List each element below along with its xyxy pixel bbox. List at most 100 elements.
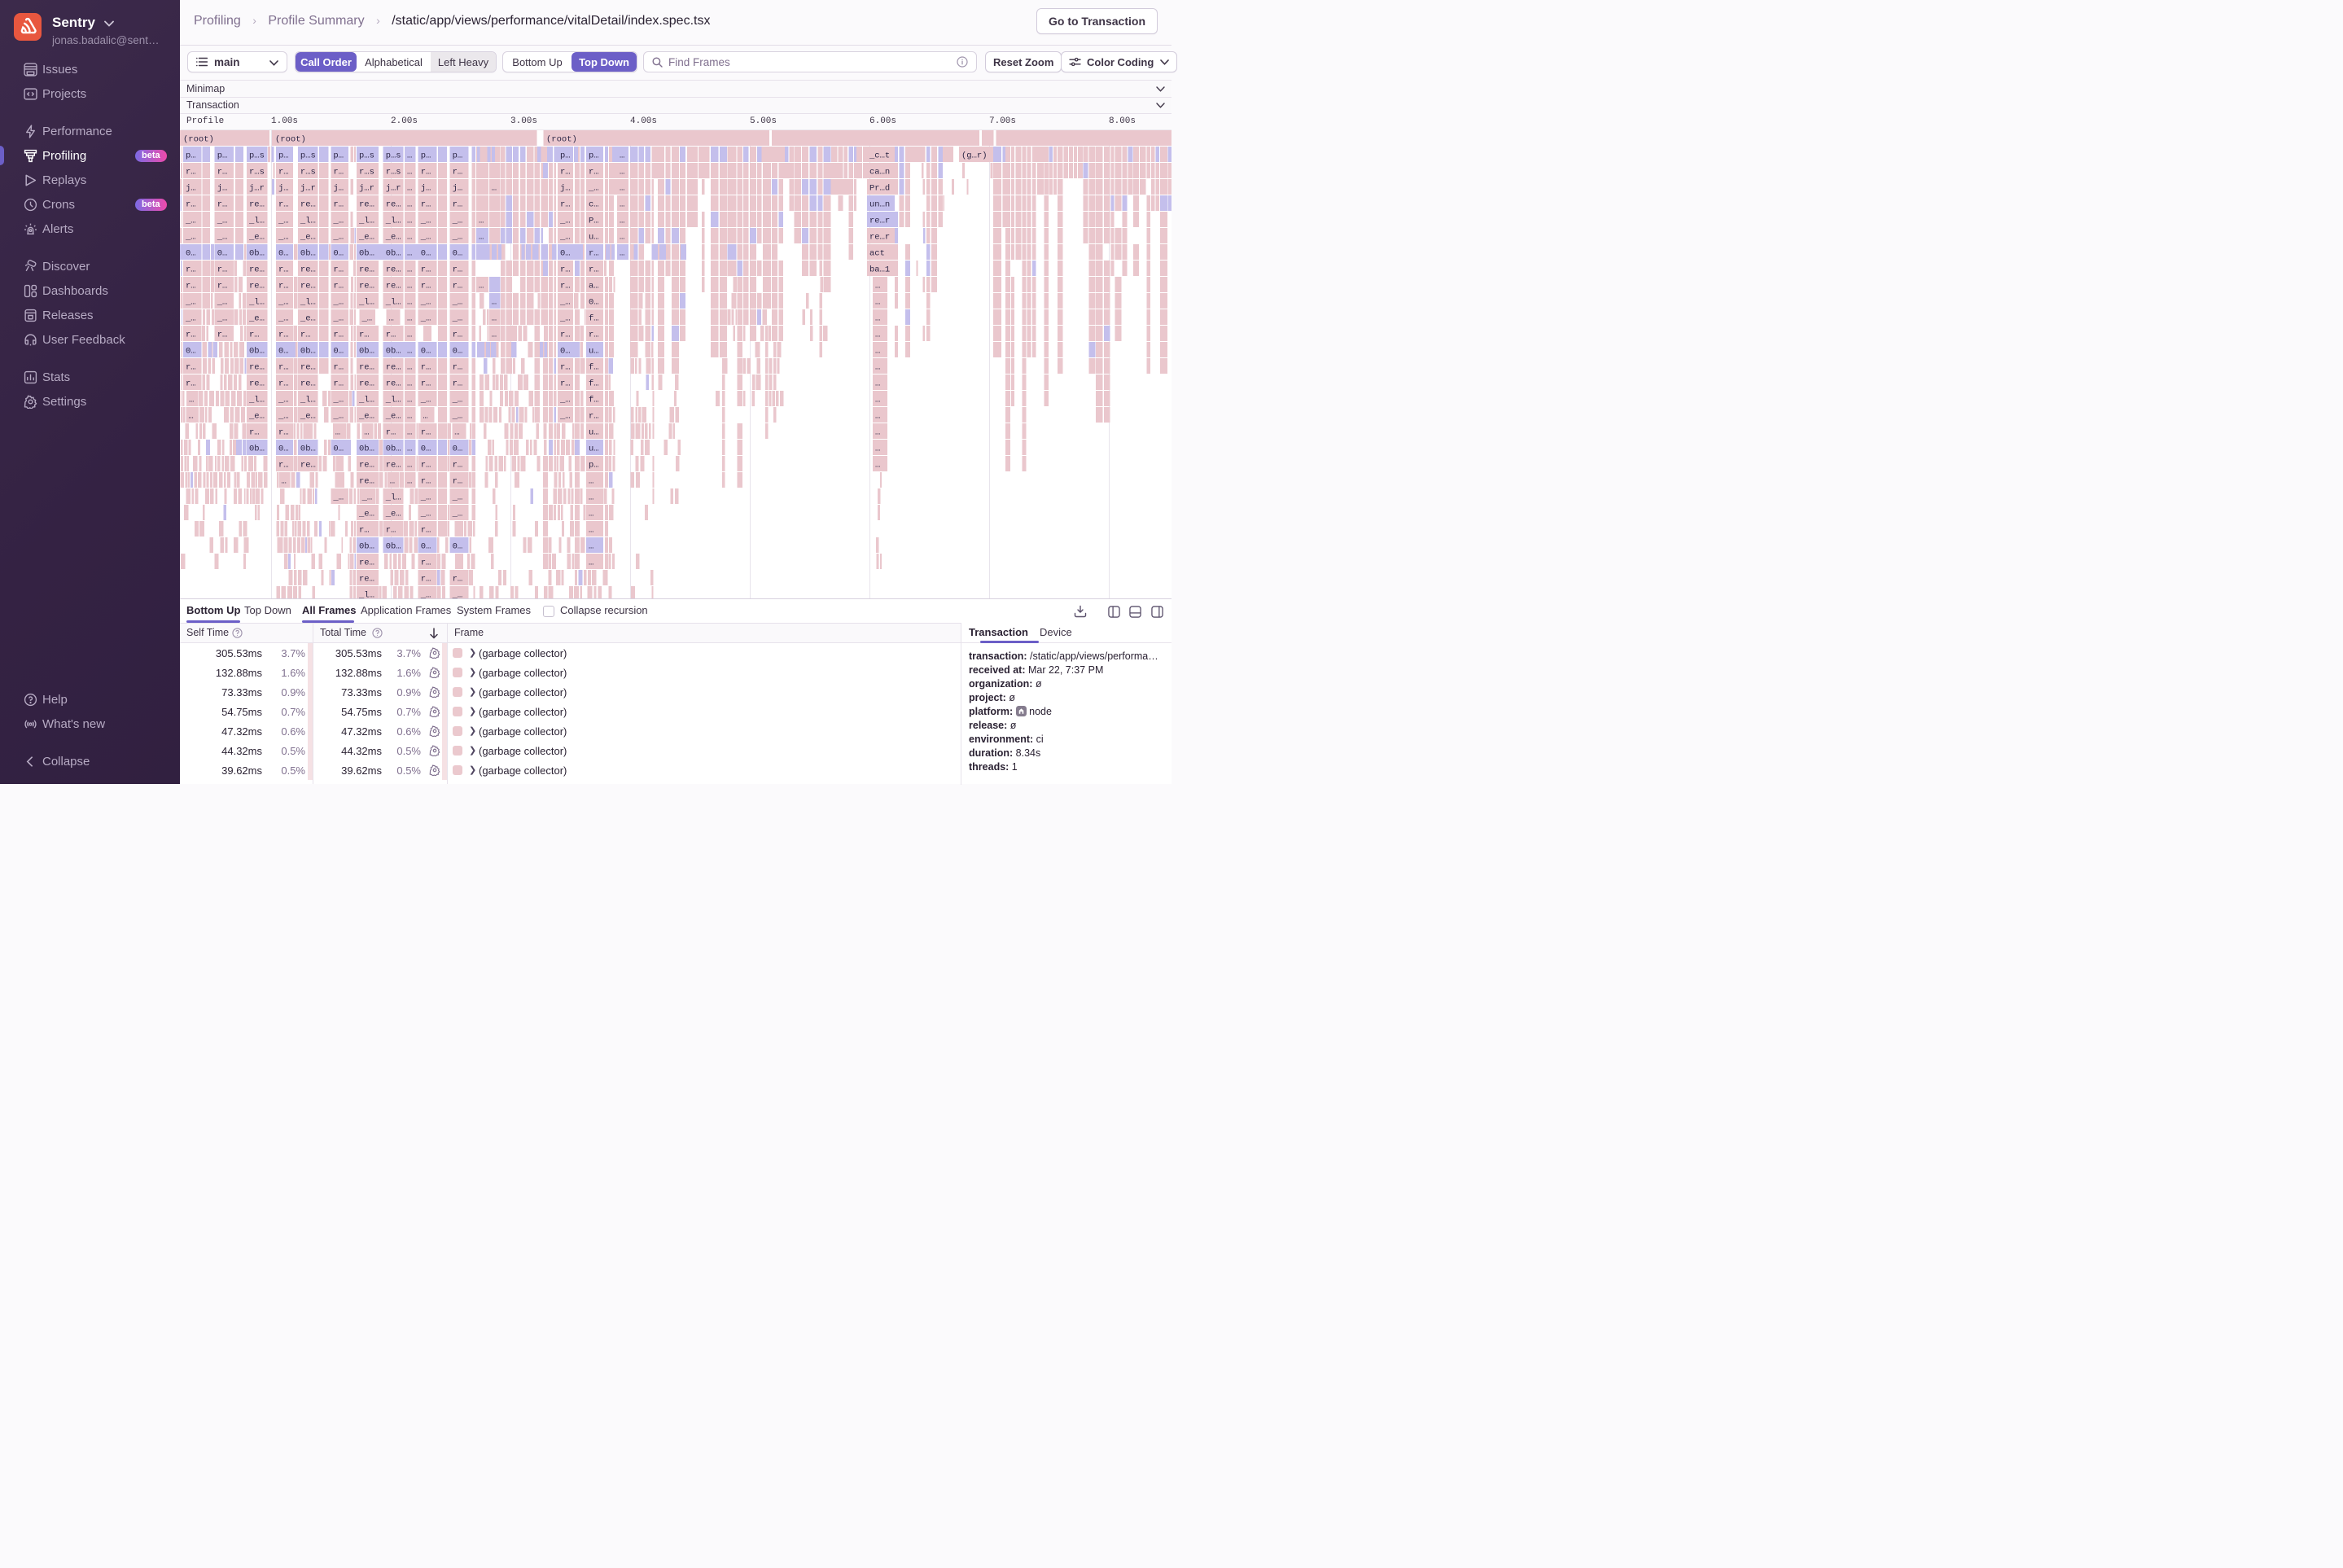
svg-text:_l…: _l… [300, 216, 316, 226]
svg-text:…: … [875, 395, 880, 405]
svg-text:r…: r… [453, 265, 463, 274]
svg-text:…: … [407, 297, 412, 307]
svg-text:r…: r… [453, 330, 463, 339]
svg-text:…: … [407, 216, 412, 226]
svg-text:r…: r… [421, 525, 431, 535]
svg-text:_…: _… [217, 313, 228, 323]
svg-text:r…: r… [421, 199, 431, 209]
svg-text:0b…: 0b… [249, 346, 265, 356]
svg-text:…: … [875, 281, 880, 291]
svg-text:j…: j… [421, 183, 431, 193]
svg-text:r…: r… [359, 525, 370, 535]
svg-text:(g…r): (g…r) [961, 151, 988, 160]
svg-text:…: … [620, 248, 624, 258]
svg-text:…: … [589, 558, 593, 567]
svg-text:f…: f… [589, 313, 599, 323]
svg-text:f…: f… [589, 379, 599, 388]
svg-text:…: … [589, 509, 593, 519]
svg-text:…: … [335, 427, 340, 437]
svg-text:r…: r… [453, 199, 463, 209]
svg-text:…: … [407, 313, 412, 323]
svg-text:…: … [364, 427, 369, 437]
svg-text:p…: p… [589, 460, 599, 470]
svg-text:r…s: r…s [359, 167, 374, 177]
svg-text:_l…: _l… [300, 395, 316, 405]
svg-text:0…: 0… [278, 444, 289, 453]
svg-text:…: … [620, 183, 624, 193]
svg-text:0…: 0… [278, 346, 289, 356]
svg-text:re…r: re…r [869, 216, 890, 226]
svg-text:…: … [875, 411, 880, 421]
svg-text:_l…: _l… [248, 216, 265, 226]
svg-text:p…s: p…s [249, 151, 265, 160]
svg-text:…: … [492, 313, 497, 323]
svg-text:_e…: _e… [358, 232, 374, 242]
svg-text:re…: re… [300, 362, 316, 372]
svg-text:0b…: 0b… [386, 444, 401, 453]
svg-text:re…: re… [300, 460, 316, 470]
svg-text:…: … [407, 427, 412, 437]
svg-text:_…: _… [217, 297, 228, 307]
svg-text:r…: r… [421, 476, 431, 486]
svg-text:_l…: _l… [358, 590, 374, 598]
svg-text:_…: _… [361, 493, 373, 502]
svg-text:r…: r… [589, 411, 599, 421]
svg-text:r…: r… [278, 281, 289, 291]
svg-text:_…: _… [452, 232, 463, 242]
svg-text:0…: 0… [560, 346, 571, 356]
svg-text:r…: r… [278, 330, 289, 339]
svg-text:r…: r… [217, 330, 228, 339]
svg-text:0…: 0… [421, 248, 431, 258]
svg-text:_e…: _e… [300, 313, 316, 323]
svg-text:_…: _… [278, 216, 289, 226]
svg-text:j…r: j…r [249, 183, 265, 193]
svg-text:r…: r… [589, 167, 599, 177]
svg-text:re…: re… [359, 379, 374, 388]
svg-text:_…: _… [420, 232, 431, 242]
svg-text:…: … [407, 346, 412, 356]
svg-text:0…: 0… [186, 346, 196, 356]
svg-text:_…: _… [420, 313, 431, 323]
svg-text:0…: 0… [333, 346, 344, 356]
svg-text:r…: r… [217, 199, 228, 209]
svg-text:f…: f… [589, 395, 599, 405]
svg-text:…: … [875, 330, 880, 339]
svg-text:_…: _… [420, 493, 431, 502]
svg-text:0…: 0… [217, 248, 228, 258]
svg-text:r…: r… [560, 199, 571, 209]
svg-text:_l…: _l… [358, 216, 374, 226]
svg-text:re…: re… [386, 362, 401, 372]
svg-text:r…: r… [560, 265, 571, 274]
svg-text:re…: re… [359, 558, 374, 567]
svg-text:r…: r… [421, 265, 431, 274]
svg-text:p…: p… [589, 151, 599, 160]
svg-text:…: … [407, 183, 412, 193]
svg-text:r…: r… [186, 167, 196, 177]
svg-text:…: … [589, 493, 593, 502]
svg-text:r…: r… [421, 460, 431, 470]
svg-text:r…: r… [186, 265, 196, 274]
svg-text:_…: _… [452, 297, 463, 307]
svg-text:…: … [407, 281, 412, 291]
svg-text:P…: P… [589, 216, 599, 226]
svg-text:_e…: _e… [385, 411, 401, 421]
svg-text:j…r: j…r [300, 183, 316, 193]
svg-text:re…: re… [359, 460, 374, 470]
svg-text:re…: re… [386, 460, 401, 470]
svg-text:_…: _… [278, 411, 289, 421]
svg-text:…: … [407, 330, 412, 339]
svg-text:(root): (root) [546, 134, 577, 144]
svg-text:_…: _… [332, 313, 344, 323]
svg-text:…: … [492, 330, 497, 339]
svg-text:re…: re… [386, 281, 401, 291]
svg-text:…: … [589, 476, 593, 486]
svg-text:j…: j… [217, 183, 228, 193]
svg-text:r…: r… [560, 379, 571, 388]
svg-text:_…: _… [278, 395, 289, 405]
svg-text:re…: re… [300, 379, 316, 388]
svg-text:_…: _… [452, 395, 463, 405]
svg-text:r…: r… [421, 281, 431, 291]
svg-text:r…: r… [249, 427, 260, 437]
svg-text:_e…: _e… [248, 232, 265, 242]
svg-text:r…s: r…s [300, 167, 316, 177]
